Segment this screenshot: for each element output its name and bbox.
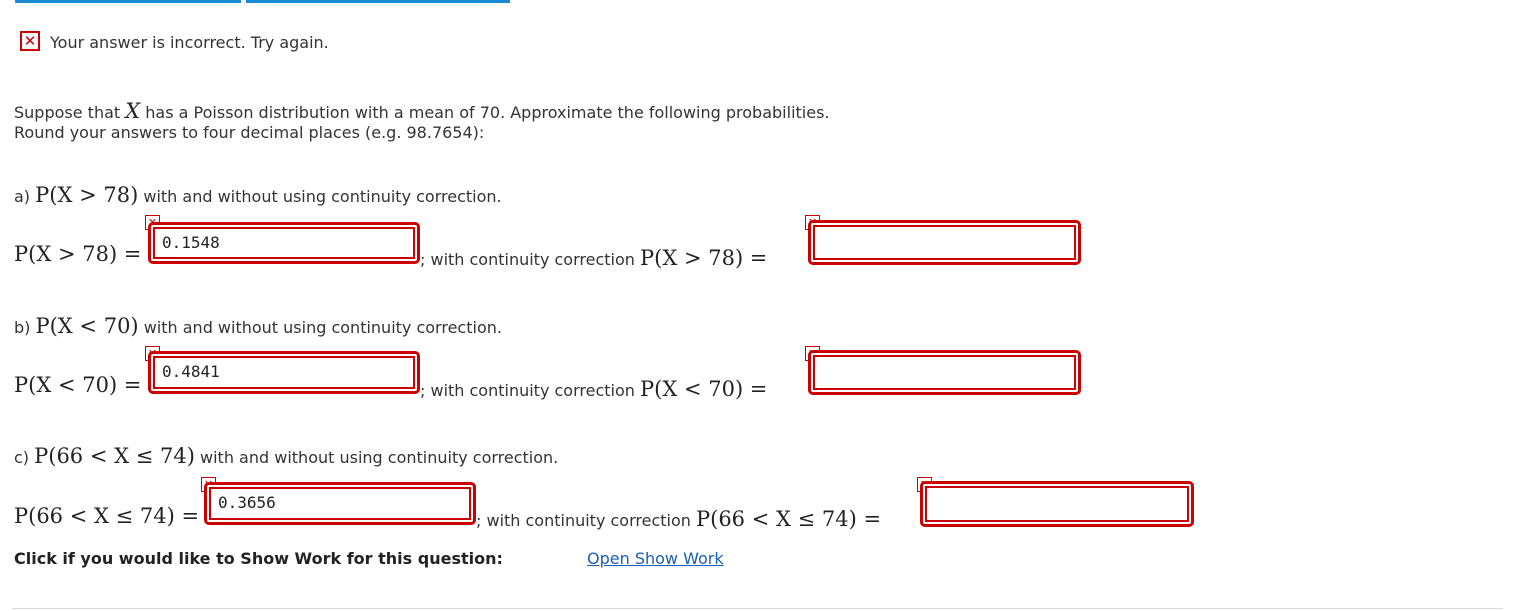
part-b-cc-answer-field[interactable] xyxy=(808,350,1081,395)
status-message: Your answer is incorrect. Try again. xyxy=(50,33,329,52)
tab-indicator-2[interactable] xyxy=(246,0,510,3)
part-c-cc-answer-input[interactable] xyxy=(925,486,1189,522)
part-b-cc-answer-input[interactable] xyxy=(813,355,1076,390)
part-b-heading: b) P(X < 70) with and without using cont… xyxy=(14,314,502,338)
open-show-work-link[interactable]: Open Show Work xyxy=(587,549,724,568)
part-c-heading: c) P(66 < X ≤ 74) with and without using… xyxy=(14,444,559,468)
part-b-cc-text: ; with continuity correction P(X < 70) = xyxy=(420,377,768,401)
part-c-lhs: P(66 < X ≤ 74) = xyxy=(14,504,200,528)
part-b-answer-field[interactable]: 0.4841 xyxy=(148,351,420,394)
part-a-heading: a) P(X > 78) with and without using cont… xyxy=(14,183,502,207)
show-work-prompt: Click if you would like to Show Work for… xyxy=(14,549,503,568)
part-a-cc-text: ; with continuity correction P(X > 78) = xyxy=(420,246,768,270)
part-a-lhs: P(X > 78) = xyxy=(14,242,142,266)
question-text: Suppose that X has a Poisson distributio… xyxy=(14,99,830,123)
incorrect-x-icon: ✕ xyxy=(20,31,40,51)
part-b-answer-input[interactable]: 0.4841 xyxy=(153,356,415,389)
rounding-instruction: Round your answers to four decimal place… xyxy=(14,123,485,142)
part-b-lhs: P(X < 70) = xyxy=(14,373,142,397)
tab-indicator-1[interactable] xyxy=(15,0,241,3)
part-c-cc-text: ; with continuity correction P(66 < X ≤ … xyxy=(476,507,882,531)
part-c-answer-input[interactable]: 0.3656 xyxy=(209,487,471,520)
part-a-cc-answer-field[interactable] xyxy=(808,220,1081,265)
part-c-cc-answer-field[interactable] xyxy=(920,481,1194,527)
part-a-answer-field[interactable]: 0.1548 xyxy=(148,222,420,264)
part-a-answer-input[interactable]: 0.1548 xyxy=(153,227,415,259)
part-a-cc-answer-input[interactable] xyxy=(813,225,1076,260)
part-c-answer-field[interactable]: 0.3656 xyxy=(204,482,476,525)
bottom-divider xyxy=(12,608,1503,609)
